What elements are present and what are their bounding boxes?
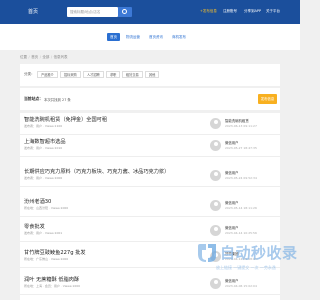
tab-logistics[interactable]: 物流运营 [123, 33, 143, 41]
filter-chip[interactable]: 招标采购 [60, 71, 81, 78]
post-date: 2023-05-27 18:47:35 [225, 146, 257, 150]
avatar [210, 225, 221, 236]
item-meta: 发布者：用户 · Views:1100 [24, 124, 63, 128]
breadcrumb-item: 信息列表 [53, 55, 68, 59]
avatar [210, 140, 221, 151]
breadcrumb-item: 位置 [20, 55, 27, 59]
search-icon [122, 9, 127, 14]
breadcrumb-item[interactable]: 全部 [42, 55, 49, 59]
search-input[interactable]: 搜索标题/地点/店名 [67, 7, 118, 17]
post-date: 2023-06-13 09:11:27 [225, 124, 257, 128]
list-item[interactable]: 零食批发 发布者：用户 · Views:1001 微信用户 2023-04-14 … [20, 220, 280, 242]
filter-chip[interactable]: 租赁交易 [122, 71, 143, 78]
post-date: 2023-04-12 09:58:05 [225, 257, 257, 261]
filter-bar: 分类： 产品推介 招标采购 人才招聘 求职 租赁交易 其他 [20, 64, 280, 86]
tab-home[interactable]: 首页 [107, 33, 120, 41]
item-title[interactable]: 上海数智超市选品 [24, 138, 66, 145]
result-label: 当前站点： [24, 96, 43, 101]
search-button[interactable] [118, 7, 132, 17]
list-item[interactable]: 汾州老酒30 所在地：山西汾阳 · Views:1000 微信用户 2023-05… [20, 195, 280, 217]
breadcrumb-item[interactable]: 首页 [31, 55, 38, 59]
avatar [210, 251, 221, 262]
share-app-link[interactable]: 分享到APP [244, 9, 261, 14]
post-date: 2023-05-14 18:11:26 [225, 206, 257, 210]
user-name[interactable]: 智能洗碗机租赁 [225, 118, 249, 123]
item-title[interactable]: 长期供应巧克力原料（巧克力板块、巧克力酱、冰品巧克力浆） [24, 168, 169, 175]
item-title[interactable]: 润叶 无蔗糖酥 低脂肉酥 [24, 276, 79, 283]
item-meta: 发布者：用户 · Views:1006 [24, 176, 63, 180]
user-name[interactable]: 微信用户 [225, 225, 239, 230]
avatar [210, 278, 221, 289]
item-meta: 发布者：用户 · Views:1001 [24, 231, 63, 235]
user-name[interactable]: 微信用户 [225, 278, 239, 283]
about-link[interactable]: 关于平台 [266, 9, 280, 14]
filter-label: 分类： [24, 72, 35, 76]
top-header: 首页 搜索标题/地点/店名 +发布信息 注册账号 分享到APP 关于平台 [0, 0, 300, 24]
user-name[interactable]: 甘竹集团 [225, 251, 239, 256]
list-item[interactable]: 甘竹牌豆豉鲮鱼227g 批发 所在地：广东佛山 · Views:1000 甘竹集… [20, 246, 280, 268]
tab-news[interactable]: 首页资讯 [146, 33, 166, 41]
avatar [210, 118, 221, 129]
filter-chip[interactable]: 人才招聘 [83, 71, 104, 78]
breadcrumb: 位置 / 首页 / 全部 / 信息列表 [20, 55, 68, 59]
post-date: 2023-04-14 10:25:56 [225, 231, 257, 235]
list-item[interactable]: 润叶 无蔗糖酥 低脂肉酥 所在地：上海 · 会员：用户 · Views:1000… [20, 273, 280, 295]
post-info-link[interactable]: +发布信息 [200, 9, 217, 14]
item-title[interactable]: 零食批发 [24, 223, 45, 230]
filter-chip[interactable]: 求职 [106, 71, 121, 78]
listing-panel: 智能洗碗机租赁（免押金）全国可租 发布者：用户 · Views:1100 智能洗… [20, 113, 280, 300]
result-bar: 当前站点： 本次共找到 27 条 发布信息 [20, 88, 280, 110]
tab-business[interactable]: 商机发布 [169, 33, 189, 41]
avatar [210, 170, 221, 181]
item-title[interactable]: 智能洗碗机租赁（免押金）全国可租 [24, 116, 107, 123]
post-date: 2023-05-24 09:52:34 [225, 176, 257, 180]
post-date: 2023-04-06 15:02:04 [225, 284, 257, 288]
list-item[interactable]: 上海数智超市选品 发布者：用户 · Views:1010 微信用户 2023-05… [20, 135, 280, 157]
item-meta: 所在地：山西汾阳 · Views:1000 [24, 206, 69, 210]
list-item[interactable]: 长期供应巧克力原料（巧克力板块、巧克力酱、冰品巧克力浆） 发布者：用户 · Vi… [20, 165, 280, 187]
filter-chip[interactable]: 其他 [145, 71, 160, 78]
item-title[interactable]: 汾州老酒30 [24, 198, 51, 205]
user-name[interactable]: 微信用户 [225, 140, 239, 145]
category-tabs: 首页 物流运营 首页资讯 商机发布 [0, 24, 300, 50]
filter-chip[interactable]: 产品推介 [37, 71, 58, 78]
avatar [210, 200, 221, 211]
list-item[interactable]: 智能洗碗机租赁（免押金）全国可租 发布者：用户 · Views:1100 智能洗… [20, 113, 280, 135]
item-title[interactable]: 甘竹牌豆豉鲮鱼227g 批发 [24, 249, 86, 256]
item-meta: 所在地：广东佛山 · Views:1000 [24, 257, 69, 261]
user-name[interactable]: 微信用户 [225, 170, 239, 175]
item-meta: 所在地：上海 · 会员：用户 · Views:1000 [24, 284, 81, 288]
result-count: 本次共找到 27 条 [44, 97, 71, 102]
site-logo[interactable]: 首页 [28, 8, 38, 15]
user-name[interactable]: 微信用户 [225, 200, 239, 205]
post-info-button[interactable]: 发布信息 [258, 94, 277, 104]
register-link[interactable]: 注册账号 [223, 9, 237, 14]
item-meta: 发布者：用户 · Views:1010 [24, 146, 63, 150]
